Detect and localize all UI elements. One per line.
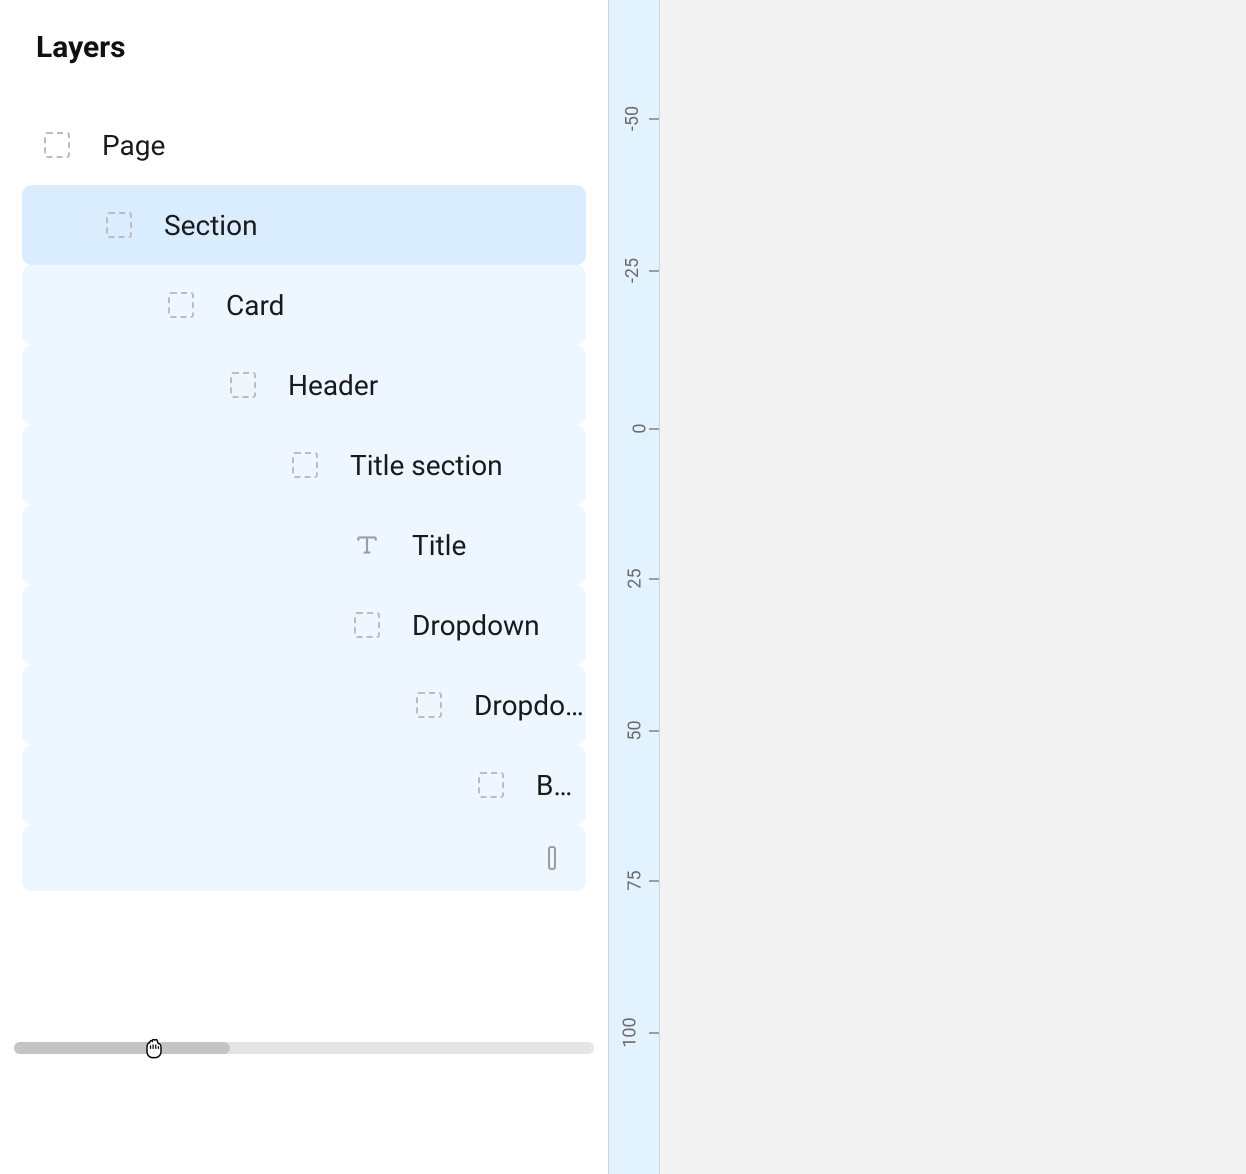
frame-icon bbox=[42, 130, 72, 160]
layer-label: Title bbox=[382, 529, 466, 562]
vertical-ruler: -50 -25 0 25 50 75 100 bbox=[608, 0, 660, 1174]
layer-item-title-section[interactable]: Title section bbox=[22, 425, 586, 505]
layer-label: Header bbox=[258, 369, 378, 402]
text-icon bbox=[352, 530, 382, 560]
layer-item-card[interactable]: Card bbox=[22, 265, 586, 345]
grab-cursor-icon bbox=[140, 1034, 168, 1062]
tick-label: -50 bbox=[622, 106, 643, 131]
layer-item-section[interactable]: Section bbox=[22, 185, 586, 265]
tick-label: 25 bbox=[624, 568, 645, 588]
layer-label: Title section bbox=[320, 449, 503, 482]
horizontal-scrollbar-thumb[interactable] bbox=[14, 1042, 230, 1054]
frame-icon bbox=[352, 610, 382, 640]
layer-label: Bu… bbox=[506, 769, 586, 802]
canvas-area[interactable] bbox=[660, 0, 1246, 1174]
tick-mark-icon bbox=[649, 270, 659, 272]
layer-item-dropdown-nested[interactable]: Dropdo… bbox=[22, 665, 586, 745]
ruler-tick: 25 bbox=[625, 568, 659, 589]
tick-mark-icon bbox=[649, 1032, 659, 1034]
layers-panel: Layers Page Section Card Header Title se… bbox=[0, 0, 608, 1174]
layer-label: Page bbox=[72, 129, 165, 162]
layer-item-header[interactable]: Header bbox=[22, 345, 586, 425]
horizontal-scrollbar-track[interactable] bbox=[14, 1042, 594, 1054]
tick-mark-icon bbox=[649, 880, 659, 882]
frame-icon bbox=[290, 450, 320, 480]
ruler-tick: -25 bbox=[620, 260, 659, 281]
ruler-tick: 75 bbox=[625, 870, 659, 891]
tick-label: 75 bbox=[624, 870, 645, 890]
layer-item-page[interactable]: Page bbox=[22, 105, 586, 185]
tick-label: 0 bbox=[629, 423, 650, 433]
tick-label: 100 bbox=[619, 1017, 640, 1047]
frame-icon bbox=[228, 370, 258, 400]
layer-label: Card bbox=[196, 289, 284, 322]
tick-mark-icon bbox=[649, 730, 659, 732]
ruler-tick: -50 bbox=[620, 108, 659, 129]
frame-icon bbox=[166, 290, 196, 320]
layer-label: Section bbox=[134, 209, 258, 242]
ruler-tick: 100 bbox=[615, 1022, 659, 1043]
layer-list: Page Section Card Header Title section bbox=[0, 105, 608, 891]
ruler-tick: 50 bbox=[625, 720, 659, 741]
layer-item-button-nested[interactable]: Bu… bbox=[22, 745, 586, 825]
frame-icon bbox=[104, 210, 134, 240]
layer-label: Dropdown bbox=[382, 609, 540, 642]
tick-label: 50 bbox=[624, 720, 645, 740]
layer-item-dropdown[interactable]: Dropdown bbox=[22, 585, 586, 665]
tick-label: -25 bbox=[622, 258, 643, 283]
ruler-tick: 0 bbox=[635, 418, 659, 439]
layer-item-title[interactable]: Title bbox=[22, 505, 586, 585]
layer-selected-group: Section Card Header Title section bbox=[22, 185, 586, 891]
panel-title: Layers bbox=[0, 0, 608, 105]
tick-mark-icon bbox=[649, 118, 659, 120]
overflow-indicator-icon bbox=[548, 846, 556, 870]
frame-icon bbox=[414, 690, 444, 720]
layer-item-overflow[interactable] bbox=[22, 825, 586, 891]
frame-icon bbox=[476, 770, 506, 800]
tick-mark-icon bbox=[649, 578, 659, 580]
layer-label: Dropdo… bbox=[444, 689, 584, 722]
